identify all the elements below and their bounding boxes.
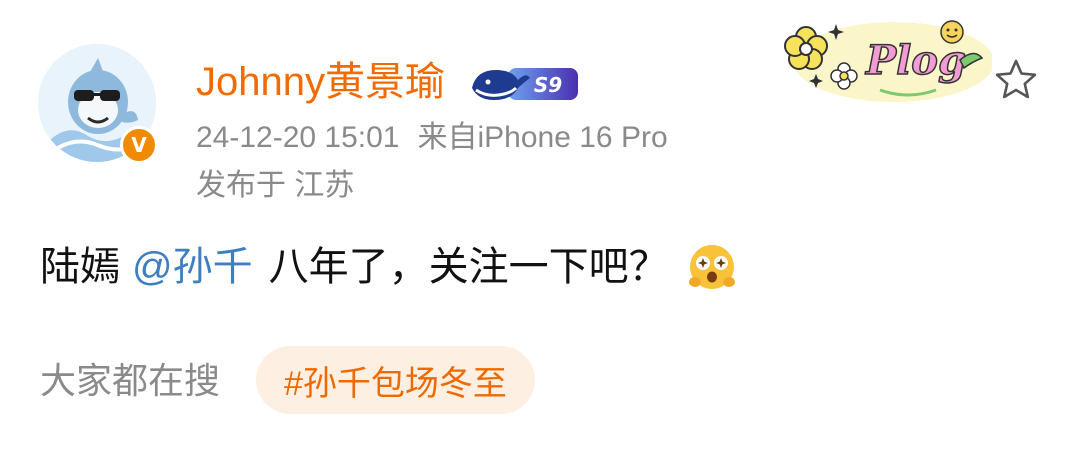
post-text-before: 陆嫣 — [40, 245, 120, 289]
trending-hashtag-text: #孙千包场冬至 — [284, 364, 507, 403]
trending-label: 大家都在搜 — [40, 360, 221, 401]
post-source[interactable]: 来自iPhone 16 Pro — [418, 121, 668, 154]
plog-sticker-icon: Plog — [784, 20, 992, 102]
post-content: 陆嫣 @孙千 八年了，关注一下吧？ — [40, 240, 737, 294]
vip-badge-text: S9 — [534, 73, 562, 97]
star-outline-icon[interactable] — [992, 56, 1040, 104]
mention-link[interactable]: @孙千 — [132, 240, 253, 294]
verified-letter: V — [131, 133, 147, 157]
whale-vip-badge-icon[interactable]: S9 — [468, 58, 580, 106]
username[interactable]: Johnny黄景瑜 — [196, 56, 445, 108]
starry-eyed-emoji-icon — [688, 245, 735, 289]
post-meta: 24-12-20 15:01 来自iPhone 16 Pro — [196, 118, 668, 158]
trending-hashtag-button[interactable]: #孙千包场冬至 — [256, 346, 535, 414]
plog-sticker-text: Plog — [865, 37, 966, 84]
post-text-after: 八年了，关注一下吧？ — [268, 245, 669, 289]
post-timestamp: 24-12-20 15:01 — [196, 121, 400, 154]
verified-v-icon: V — [120, 126, 158, 164]
avatar[interactable]: V — [38, 44, 158, 164]
post-location: 发布于 江苏 — [196, 169, 355, 202]
